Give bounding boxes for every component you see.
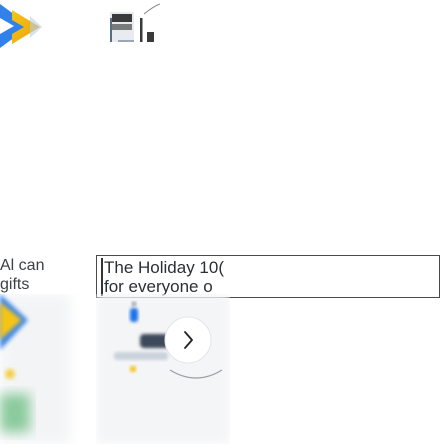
arrow-sticker-thumbnail[interactable] [0, 0, 64, 54]
text-cursor-bar [101, 258, 103, 277]
mini-chart-icon [110, 3, 161, 42]
row-label: Al can gifts [0, 256, 90, 294]
chevron-right-icon [96, 294, 230, 444]
chart-sticker-thumbnail[interactable] [96, 0, 162, 54]
blurred-arrow-icon [0, 294, 70, 444]
row-label-line2: gifts [0, 276, 30, 293]
preview-line-1: The Holiday 10( [104, 258, 225, 277]
row-label-line1: Al can [0, 257, 45, 274]
arrow-right-icon [0, 4, 42, 48]
blurred-arrow-sticker[interactable] [0, 294, 88, 444]
chevron-card-sticker[interactable] [96, 294, 230, 444]
text-preview-card[interactable]: The Holiday 10( for everyone o [96, 255, 440, 298]
